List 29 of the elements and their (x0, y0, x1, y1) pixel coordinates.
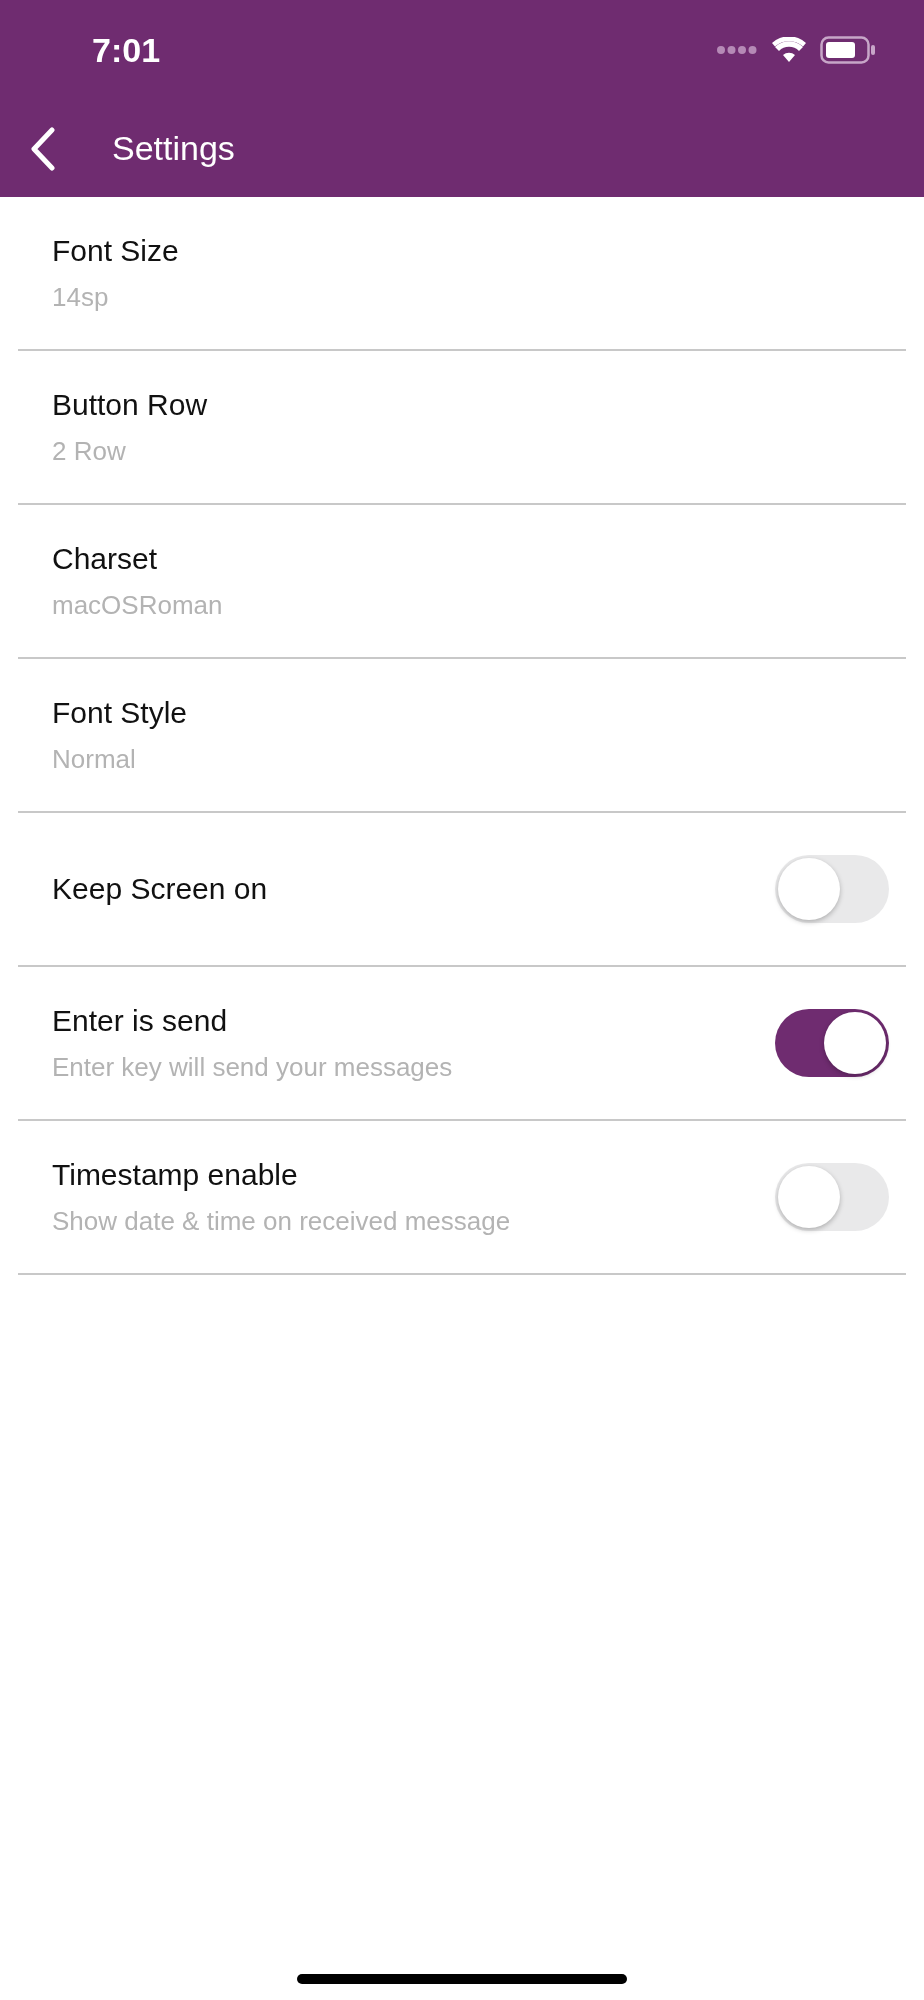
setting-description: Enter key will send your messages (52, 1051, 453, 1083)
settings-row[interactable]: Font Style Normal (18, 659, 906, 813)
settings-row[interactable]: Button Row 2 Row (18, 351, 906, 505)
settings-row[interactable]: Timestamp enable Show date & time on received message (18, 1121, 906, 1275)
toggle-switch[interactable] (775, 1163, 889, 1231)
setting-description: macOSRoman (52, 589, 223, 621)
back-chevron-icon (30, 126, 56, 171)
setting-title: Button Row (52, 387, 208, 422)
status-time: 7:01 (92, 30, 161, 70)
setting-description: 2 Row (52, 435, 127, 467)
settings-row[interactable]: Enter is send Enter key will send your messages (18, 967, 906, 1121)
setting-title: Timestamp enable (52, 1157, 299, 1192)
screen-title: Settings (112, 129, 235, 168)
settings-row[interactable]: Font Size 14sp (18, 197, 906, 351)
setting-description: Show date & time on received message (52, 1205, 511, 1237)
setting-description: 14sp (52, 281, 110, 313)
setting-title: Keep Screen on (52, 872, 268, 906)
toggle-switch[interactable] (775, 855, 889, 923)
signal-icon (716, 45, 758, 55)
settings-row[interactable]: Charset macOSRoman (18, 505, 906, 659)
setting-title: Font Size (52, 233, 179, 268)
toggle-switch[interactable] (775, 1009, 889, 1077)
settings-row[interactable]: Keep Screen on (18, 813, 906, 967)
setting-title: Enter is send (52, 1003, 229, 1038)
setting-title: Font Style (52, 695, 188, 730)
battery-icon (820, 36, 876, 64)
setting-description: Normal (52, 743, 137, 775)
setting-title: Charset (52, 541, 159, 576)
wifi-icon (772, 37, 806, 63)
